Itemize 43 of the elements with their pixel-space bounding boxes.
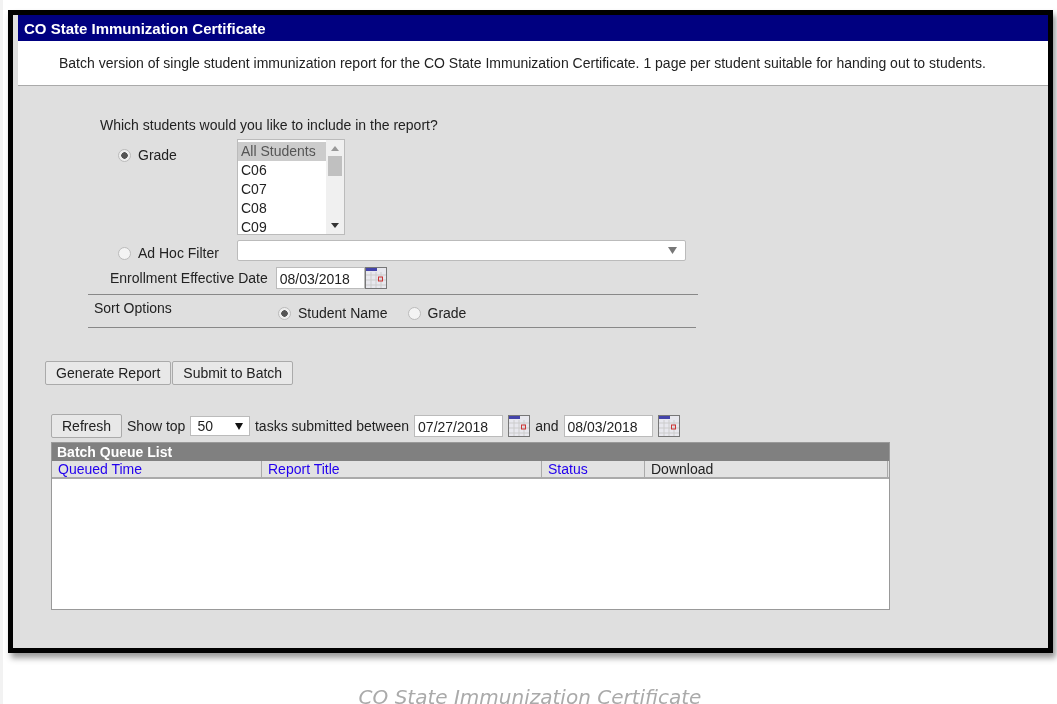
list-item[interactable]: C06 [238, 161, 326, 180]
scroll-thumb[interactable] [328, 156, 342, 176]
and-label: and [535, 418, 559, 434]
calendar-icon[interactable] [508, 415, 531, 437]
scroll-down-arrow-icon[interactable] [331, 223, 339, 229]
generate-report-button[interactable]: Generate Report [45, 361, 172, 385]
caret-icon [235, 422, 243, 430]
list-item[interactable]: C07 [238, 180, 326, 199]
table-title: Batch Queue List [52, 443, 889, 461]
show-top-label: Show top [127, 418, 186, 434]
figure-caption: CO State Immunization Certificate [357, 685, 703, 704]
date-field[interactable]: 08/03/2018 [275, 267, 365, 289]
calendar-icon[interactable] [657, 415, 680, 437]
radio-label: Ad Hoc Filter [138, 245, 219, 261]
refresh-button[interactable]: Refresh [51, 414, 123, 438]
column-header[interactable]: Status [542, 461, 645, 477]
list-item[interactable]: All Students [238, 142, 326, 161]
start-date-field[interactable]: 07/27/2018 [414, 415, 504, 437]
window-title: CO State Immunization Certificate [24, 20, 266, 37]
grade-listbox[interactable]: All Students C06 C07 C08 C09 [237, 139, 345, 235]
caret-icon [668, 247, 677, 254]
show-top-dropdown[interactable]: 50 [190, 416, 250, 436]
description-text: Batch version of single student immunization report for the CO State Immunization Certificate. 1 page per student suitable for handing out to students. [59, 55, 986, 71]
column-header[interactable]: Report Title [262, 461, 542, 477]
end-date-field[interactable]: 08/03/2018 [563, 415, 653, 437]
sort-options-label: Sort Options [94, 300, 173, 316]
calendar-icon[interactable] [364, 267, 387, 289]
scrollbar[interactable] [326, 140, 344, 234]
list-item[interactable]: C08 [238, 199, 326, 218]
radio-label: Grade [427, 305, 467, 321]
radio-button[interactable] [118, 148, 131, 162]
column-header: Download [645, 461, 888, 477]
radio-button[interactable] [118, 246, 131, 260]
radio-label: Student Name [298, 305, 388, 321]
question-text: Which students would you like to include in the report? [100, 117, 439, 133]
field-label: Enrollment Effective Date [110, 270, 268, 286]
column-header[interactable]: Queued Time [52, 461, 262, 477]
radio-button[interactable] [407, 306, 421, 320]
submit-to-batch-button[interactable]: Submit to Batch [172, 361, 294, 385]
radio-label: Grade [138, 147, 177, 163]
list-item[interactable]: C09 [238, 218, 326, 237]
between-label: tasks submitted between [255, 418, 410, 434]
radio-button[interactable] [278, 306, 291, 320]
